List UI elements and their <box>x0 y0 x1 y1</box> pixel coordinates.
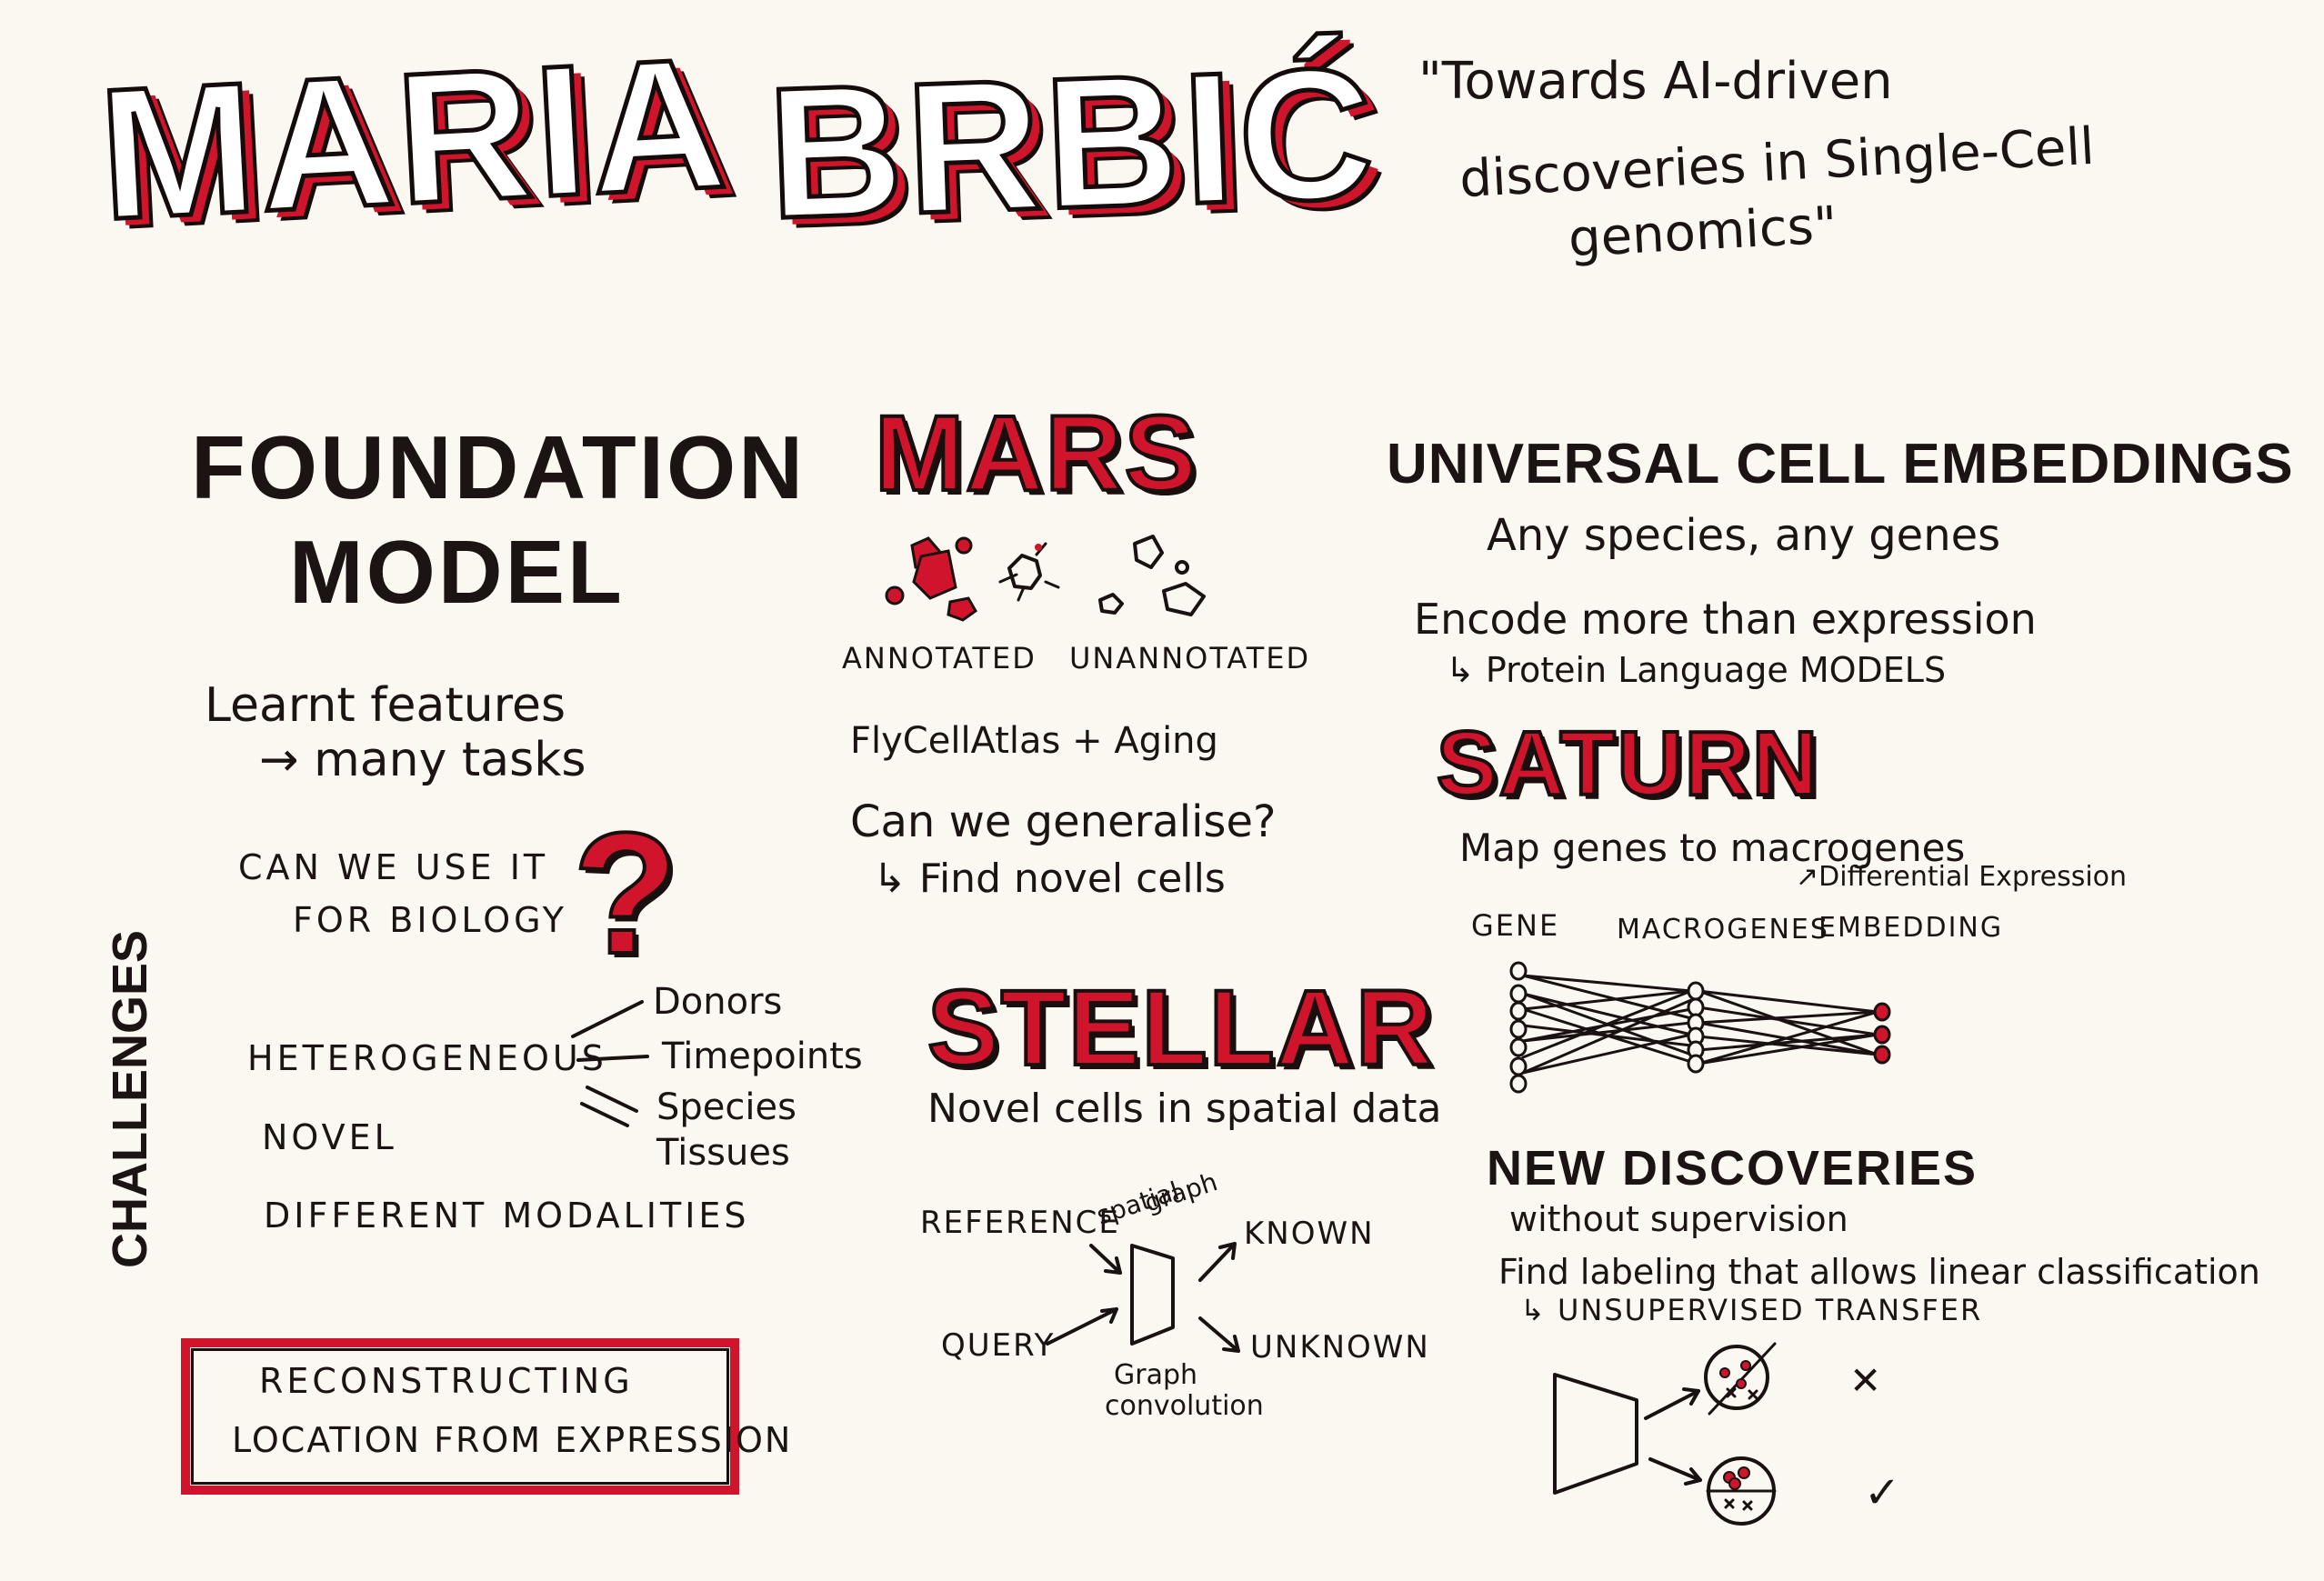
question-mark: ? <box>571 797 681 990</box>
speaker-first-name: MARIA <box>93 16 736 262</box>
mars-mixed-cluster-icon <box>998 542 1060 602</box>
foundation-title-line-2: MODEL <box>289 522 625 622</box>
mars-annotated-label: ANNOTATED <box>842 641 1037 675</box>
stellar-arrows <box>1046 1242 1240 1353</box>
saturn-network-diagram <box>1509 961 1891 1094</box>
talk-title-line-3: genomics" <box>1567 195 1839 269</box>
discoveries-title: NEW DISCOVERIES <box>1487 1141 1978 1196</box>
discoveries-arrows <box>1644 1387 1702 1486</box>
stellar-title: STELLAR <box>926 968 1436 1088</box>
features-line-2: → many tasks <box>259 733 586 787</box>
stellar-reference-label: REFERENCE <box>920 1205 1120 1241</box>
challenge-novel: NOVEL <box>262 1117 397 1157</box>
discoveries-trapezoid-icon <box>1553 1373 1638 1495</box>
talk-title-line-2: discoveries in Single-Cell <box>1458 116 2097 210</box>
uce-encode-line-1: Encode more than expression <box>1414 595 2037 644</box>
sketchnote-sheet: MARIA BRBIĆ "Towards AI-driven discoveri… <box>0 0 2324 1581</box>
mars-annotated-cells-icon <box>885 536 977 622</box>
hetero-species: Species <box>656 1086 796 1128</box>
discoveries-subtitle: without supervision <box>1509 1199 1848 1239</box>
stellar-conv-line-1: Graph <box>1114 1359 1198 1391</box>
stellar-conv-line-2: convolution <box>1105 1390 1264 1422</box>
saturn-embedding-label: EMBEDDING <box>1818 912 2004 944</box>
mars-question-line-2: ↳ Find novel cells <box>873 856 1226 902</box>
stellar-known-label: KNOWN <box>1244 1216 1375 1252</box>
uce-title: UNIVERSAL CELL EMBEDDINGS <box>1387 433 2294 495</box>
mars-title: MARS <box>873 394 1198 514</box>
discoveries-find-text: Find labeling that allows linear classif… <box>1498 1252 2260 1292</box>
biology-question-line-2: FOR BIOLOGY <box>293 900 567 940</box>
mars-question-line-1: Can we generalise? <box>850 796 1277 847</box>
stellar-query-label: QUERY <box>941 1327 1056 1364</box>
discoveries-good-mark: ✓ <box>1864 1467 1901 1518</box>
stellar-subtitle: Novel cells in spatial data <box>927 1086 1442 1132</box>
speaker-last-name: BRBIĆ <box>763 26 1383 260</box>
mars-unannotated-cells-icon <box>1098 535 1206 616</box>
uce-subtitle: Any species, any genes <box>1487 510 2001 561</box>
hetero-donors: Donors <box>653 981 783 1023</box>
mars-unannotated-label: UNANNOTATED <box>1069 641 1311 675</box>
uce-encode-line-2: ↳ Protein Language MODELS <box>1446 650 1947 690</box>
hetero-tissues: Tissues <box>656 1132 790 1174</box>
discoveries-cluster-good-icon <box>1706 1456 1777 1526</box>
discoveries-cluster-bad-icon <box>1704 1342 1777 1416</box>
discoveries-transfer-text: ↳ UNSUPERVISED TRANSFER <box>1520 1293 1983 1327</box>
saturn-title: SATURN <box>1435 713 1820 815</box>
box-line-1: RECONSTRUCTING <box>259 1361 634 1401</box>
challenge-modalities: DIFFERENT MODALITIES <box>264 1196 750 1236</box>
challenges-label: CHALLENGES <box>103 929 157 1268</box>
hetero-timepoints: Timepoints <box>662 1036 863 1077</box>
biology-question-line-1: CAN WE USE IT <box>238 847 549 887</box>
box-line-2: LOCATION FROM EXPRESSION <box>232 1420 793 1460</box>
mars-dataset: FlyCellAtlas + Aging <box>850 720 1218 762</box>
features-line-1: Learnt features <box>205 678 566 733</box>
talk-title-line-1: "Towards AI-driven <box>1418 52 1893 111</box>
saturn-macrogenes-label: MACROGENES <box>1617 914 1829 946</box>
saturn-diff-expr: ↗Differential Expression <box>1796 861 2128 893</box>
stellar-spatial-graph-2: graph <box>1140 1166 1221 1218</box>
stellar-unknown-label: UNKNOWN <box>1250 1329 1430 1366</box>
foundation-title-line-1: FOUNDATION <box>191 417 806 517</box>
discoveries-bad-mark: ✕ <box>1849 1358 1882 1403</box>
challenge-heterogeneous: HETEROGENEOUS <box>247 1038 607 1078</box>
stellar-trapezoid-icon <box>1130 1244 1175 1346</box>
saturn-gene-label: GENE <box>1471 908 1560 943</box>
